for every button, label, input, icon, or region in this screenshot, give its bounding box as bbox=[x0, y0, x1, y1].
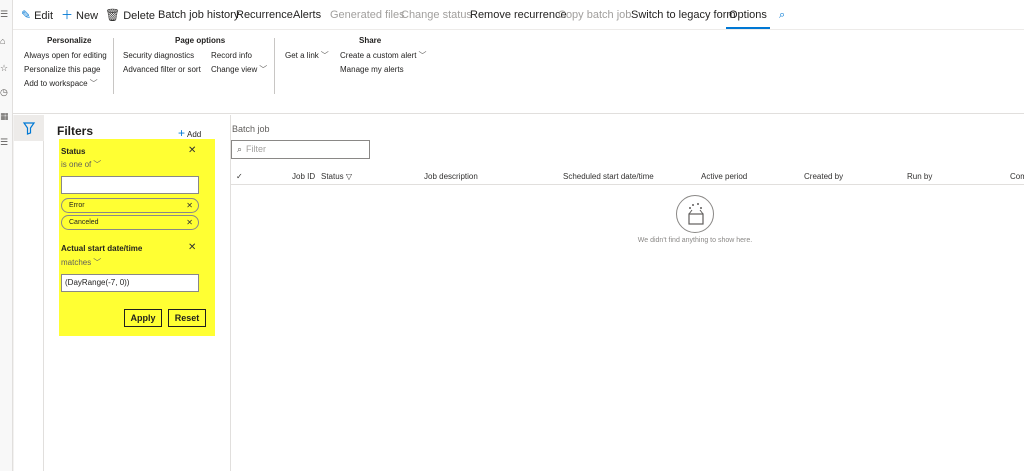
plus-icon: ＋ bbox=[61, 8, 74, 22]
column-scheduled-start[interactable]: Scheduled start date/time bbox=[563, 172, 654, 181]
add-filter-button[interactable]: + Add bbox=[178, 126, 201, 140]
alerts-button[interactable]: Alerts bbox=[293, 8, 321, 22]
filter-strip bbox=[14, 115, 44, 471]
chevron-down-icon: ﹀ bbox=[259, 65, 268, 74]
personalize-page-button[interactable]: Personalize this page bbox=[24, 65, 101, 75]
chevron-down-icon: ﹀ bbox=[93, 160, 102, 169]
trash-icon: 🗑 bbox=[105, 8, 121, 22]
start-date-operator-dropdown[interactable]: matches ﹀ bbox=[61, 257, 101, 268]
copy-batch-job-button[interactable]: Copy batch job bbox=[558, 8, 631, 22]
filters-title: Filters bbox=[57, 124, 94, 138]
column-job-id[interactable]: Job ID bbox=[292, 172, 315, 181]
grid-title: Batch job bbox=[232, 124, 270, 134]
switch-legacy-form-button[interactable]: Switch to legacy form bbox=[631, 8, 736, 22]
chevron-down-icon: ﹀ bbox=[89, 79, 98, 88]
generated-files-button[interactable]: Generated files bbox=[330, 8, 405, 22]
pencil-icon: ✎ bbox=[21, 8, 32, 22]
status-filter-input[interactable] bbox=[61, 176, 199, 194]
status-operator-dropdown[interactable]: is one of ﹀ bbox=[61, 159, 101, 170]
filter-icon bbox=[22, 122, 36, 135]
column-active-period[interactable]: Active period bbox=[701, 172, 747, 181]
empty-box-icon bbox=[676, 195, 714, 233]
chevron-down-icon: ﹀ bbox=[418, 51, 427, 60]
change-status-button[interactable]: Change status bbox=[401, 8, 472, 22]
start-date-filter-label: Actual start date/time bbox=[61, 244, 143, 253]
security-diagnostics-button[interactable]: Security diagnostics bbox=[123, 51, 194, 61]
list-icon[interactable]: ☰ bbox=[0, 136, 10, 148]
status-chip-canceled: Canceled ✕ bbox=[61, 215, 199, 230]
close-icon[interactable]: ✕ bbox=[188, 242, 196, 253]
close-icon[interactable]: ✕ bbox=[188, 145, 196, 156]
create-custom-alert-button[interactable]: Create a custom alert ﹀ bbox=[340, 51, 426, 61]
column-company[interactable]: Com bbox=[1010, 172, 1024, 181]
delete-button[interactable]: 🗑 Delete bbox=[105, 8, 155, 23]
hamburger-icon[interactable]: ☰ bbox=[0, 8, 10, 20]
group-title-personalize: Personalize bbox=[47, 36, 92, 45]
reset-button[interactable]: Reset bbox=[168, 309, 206, 327]
new-button[interactable]: ＋ New bbox=[61, 8, 98, 23]
filter-icon: ▽ bbox=[345, 172, 353, 181]
grid-filter-input[interactable]: ⌕ Filter bbox=[231, 140, 370, 159]
start-date-filter-input[interactable]: (DayRange(-7, 0)) bbox=[61, 274, 199, 292]
remove-recurrence-button[interactable]: Remove recurrence bbox=[470, 8, 567, 22]
star-icon[interactable]: ☆ bbox=[0, 62, 10, 74]
clock-icon[interactable]: ◷ bbox=[0, 86, 10, 98]
advanced-filter-button[interactable]: Advanced filter or sort bbox=[123, 65, 201, 75]
edit-button[interactable]: ✎ Edit bbox=[21, 8, 53, 23]
chevron-down-icon: ﹀ bbox=[93, 258, 102, 267]
nav-rail: ☰ ⌂ ☆ ◷ ▦ ☰ bbox=[0, 0, 13, 471]
get-link-button[interactable]: Get a link ﹀ bbox=[285, 51, 329, 61]
record-info-button[interactable]: Record info bbox=[211, 51, 252, 61]
modules-icon[interactable]: ▦ bbox=[0, 110, 10, 122]
column-job-description[interactable]: Job description bbox=[424, 172, 478, 181]
column-created-by[interactable]: Created by bbox=[804, 172, 843, 181]
search-icon[interactable]: ⌕ bbox=[779, 8, 785, 22]
add-to-workspace-button[interactable]: Add to workspace ﹀ bbox=[24, 79, 98, 89]
plus-icon: + bbox=[178, 126, 186, 140]
tab-options[interactable]: Options bbox=[726, 8, 770, 29]
filter-toggle-button[interactable] bbox=[14, 115, 44, 141]
status-filter-label: Status bbox=[61, 147, 86, 156]
remove-chip-icon[interactable]: ✕ bbox=[186, 216, 193, 229]
group-title-page-options: Page options bbox=[175, 36, 226, 45]
apply-button[interactable]: Apply bbox=[124, 309, 162, 327]
column-run-by[interactable]: Run by bbox=[907, 172, 932, 181]
empty-message: We didn't find anything to show here. bbox=[637, 237, 753, 244]
group-title-share: Share bbox=[359, 36, 382, 45]
group-divider bbox=[113, 38, 114, 94]
select-all-checkmark-icon[interactable]: ✓ bbox=[236, 172, 243, 181]
column-status[interactable]: Status ▽ bbox=[321, 172, 352, 181]
change-view-button[interactable]: Change view ﹀ bbox=[211, 65, 267, 75]
always-open-editing-button[interactable]: Always open for editing bbox=[24, 51, 107, 61]
recurrence-button[interactable]: Recurrence bbox=[236, 8, 293, 22]
manage-alerts-button[interactable]: Manage my alerts bbox=[340, 65, 404, 75]
chevron-down-icon: ﹀ bbox=[320, 51, 329, 60]
status-chip-error: Error ✕ bbox=[61, 198, 199, 213]
home-icon[interactable]: ⌂ bbox=[0, 35, 10, 47]
batch-job-history-button[interactable]: Batch job history bbox=[158, 8, 239, 22]
remove-chip-icon[interactable]: ✕ bbox=[186, 199, 193, 212]
group-divider bbox=[274, 38, 275, 94]
search-icon: ⌕ bbox=[237, 144, 243, 154]
